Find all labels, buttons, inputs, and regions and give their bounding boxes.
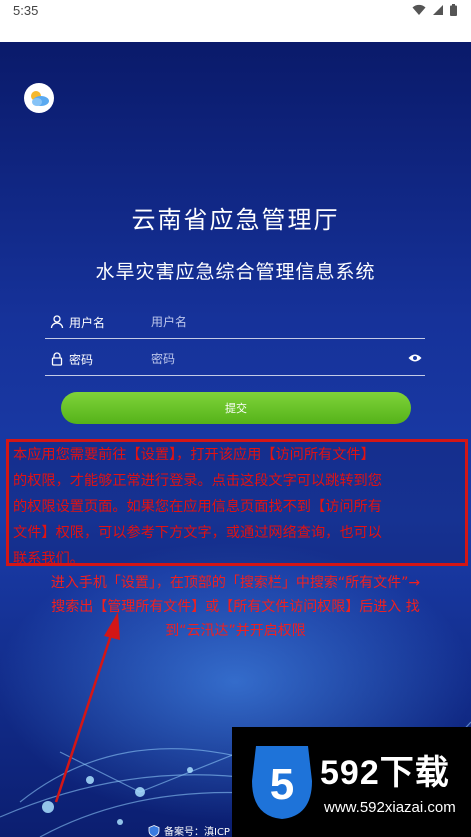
user-icon [50, 315, 64, 329]
footer-record: 备案号：滇ICP [148, 823, 230, 837]
footer-record-text: 备案号：滇ICP [164, 827, 230, 837]
password-label: 密码 [69, 353, 94, 367]
page-subtitle: 水旱灾害应急综合管理信息系统 [95, 261, 376, 283]
login-screen: 云南省应急管理厅 水旱灾害应急综合管理信息系统 用户名 密码 提交 本应用您需要… [0, 42, 471, 837]
watermark-url: www.592xiazai.com [324, 799, 456, 816]
notice-line: 本应用您需要前往【设置】，打开该应用【访问所有文件】 [13, 447, 375, 463]
page-title: 云南省应急管理厅 [131, 206, 340, 234]
weather-logo-icon [24, 83, 54, 113]
notice-line: 文件】权限，可以参考下方文字，或通过网络查询，也可以 [13, 525, 382, 541]
password-input[interactable] [151, 348, 391, 370]
status-time: 5:35 [13, 3, 39, 18]
shield-icon [148, 824, 160, 837]
username-label: 用户名 [69, 316, 106, 330]
lock-icon [51, 352, 63, 366]
notice-line: 的权限，才能够正常进行登录。点击这段文字可以跳转到您 [13, 473, 382, 489]
eye-icon[interactable] [408, 353, 422, 363]
wifi-icon [412, 4, 426, 15]
notice-line: 联系我们。 [13, 551, 84, 567]
username-input[interactable] [151, 311, 391, 333]
password-field: 密码 [45, 342, 425, 376]
signal-icon [433, 5, 443, 15]
instruction-line: 进入手机「设置」，在顶部的「搜索栏」中搜索“所有文件”→ [50, 575, 421, 591]
username-field: 用户名 [45, 305, 425, 339]
592-logo-icon: 5 [252, 746, 312, 819]
notice-line: 的权限设置页面。如果您在应用信息页面找不到【访问所有 [13, 499, 382, 515]
svg-text:5: 5 [270, 760, 294, 809]
submit-button[interactable]: 提交 [61, 392, 411, 424]
site-watermark: 5 592下载 www.592xiazai.com [232, 727, 471, 837]
status-icons [412, 4, 457, 16]
battery-icon [450, 4, 457, 16]
permission-notice[interactable]: 本应用您需要前往【设置】，打开该应用【访问所有文件】 的权限，才能够正常进行登录… [6, 439, 468, 567]
status-bar: 5:35 [0, 0, 471, 42]
watermark-brand: 592下载 [320, 754, 450, 792]
